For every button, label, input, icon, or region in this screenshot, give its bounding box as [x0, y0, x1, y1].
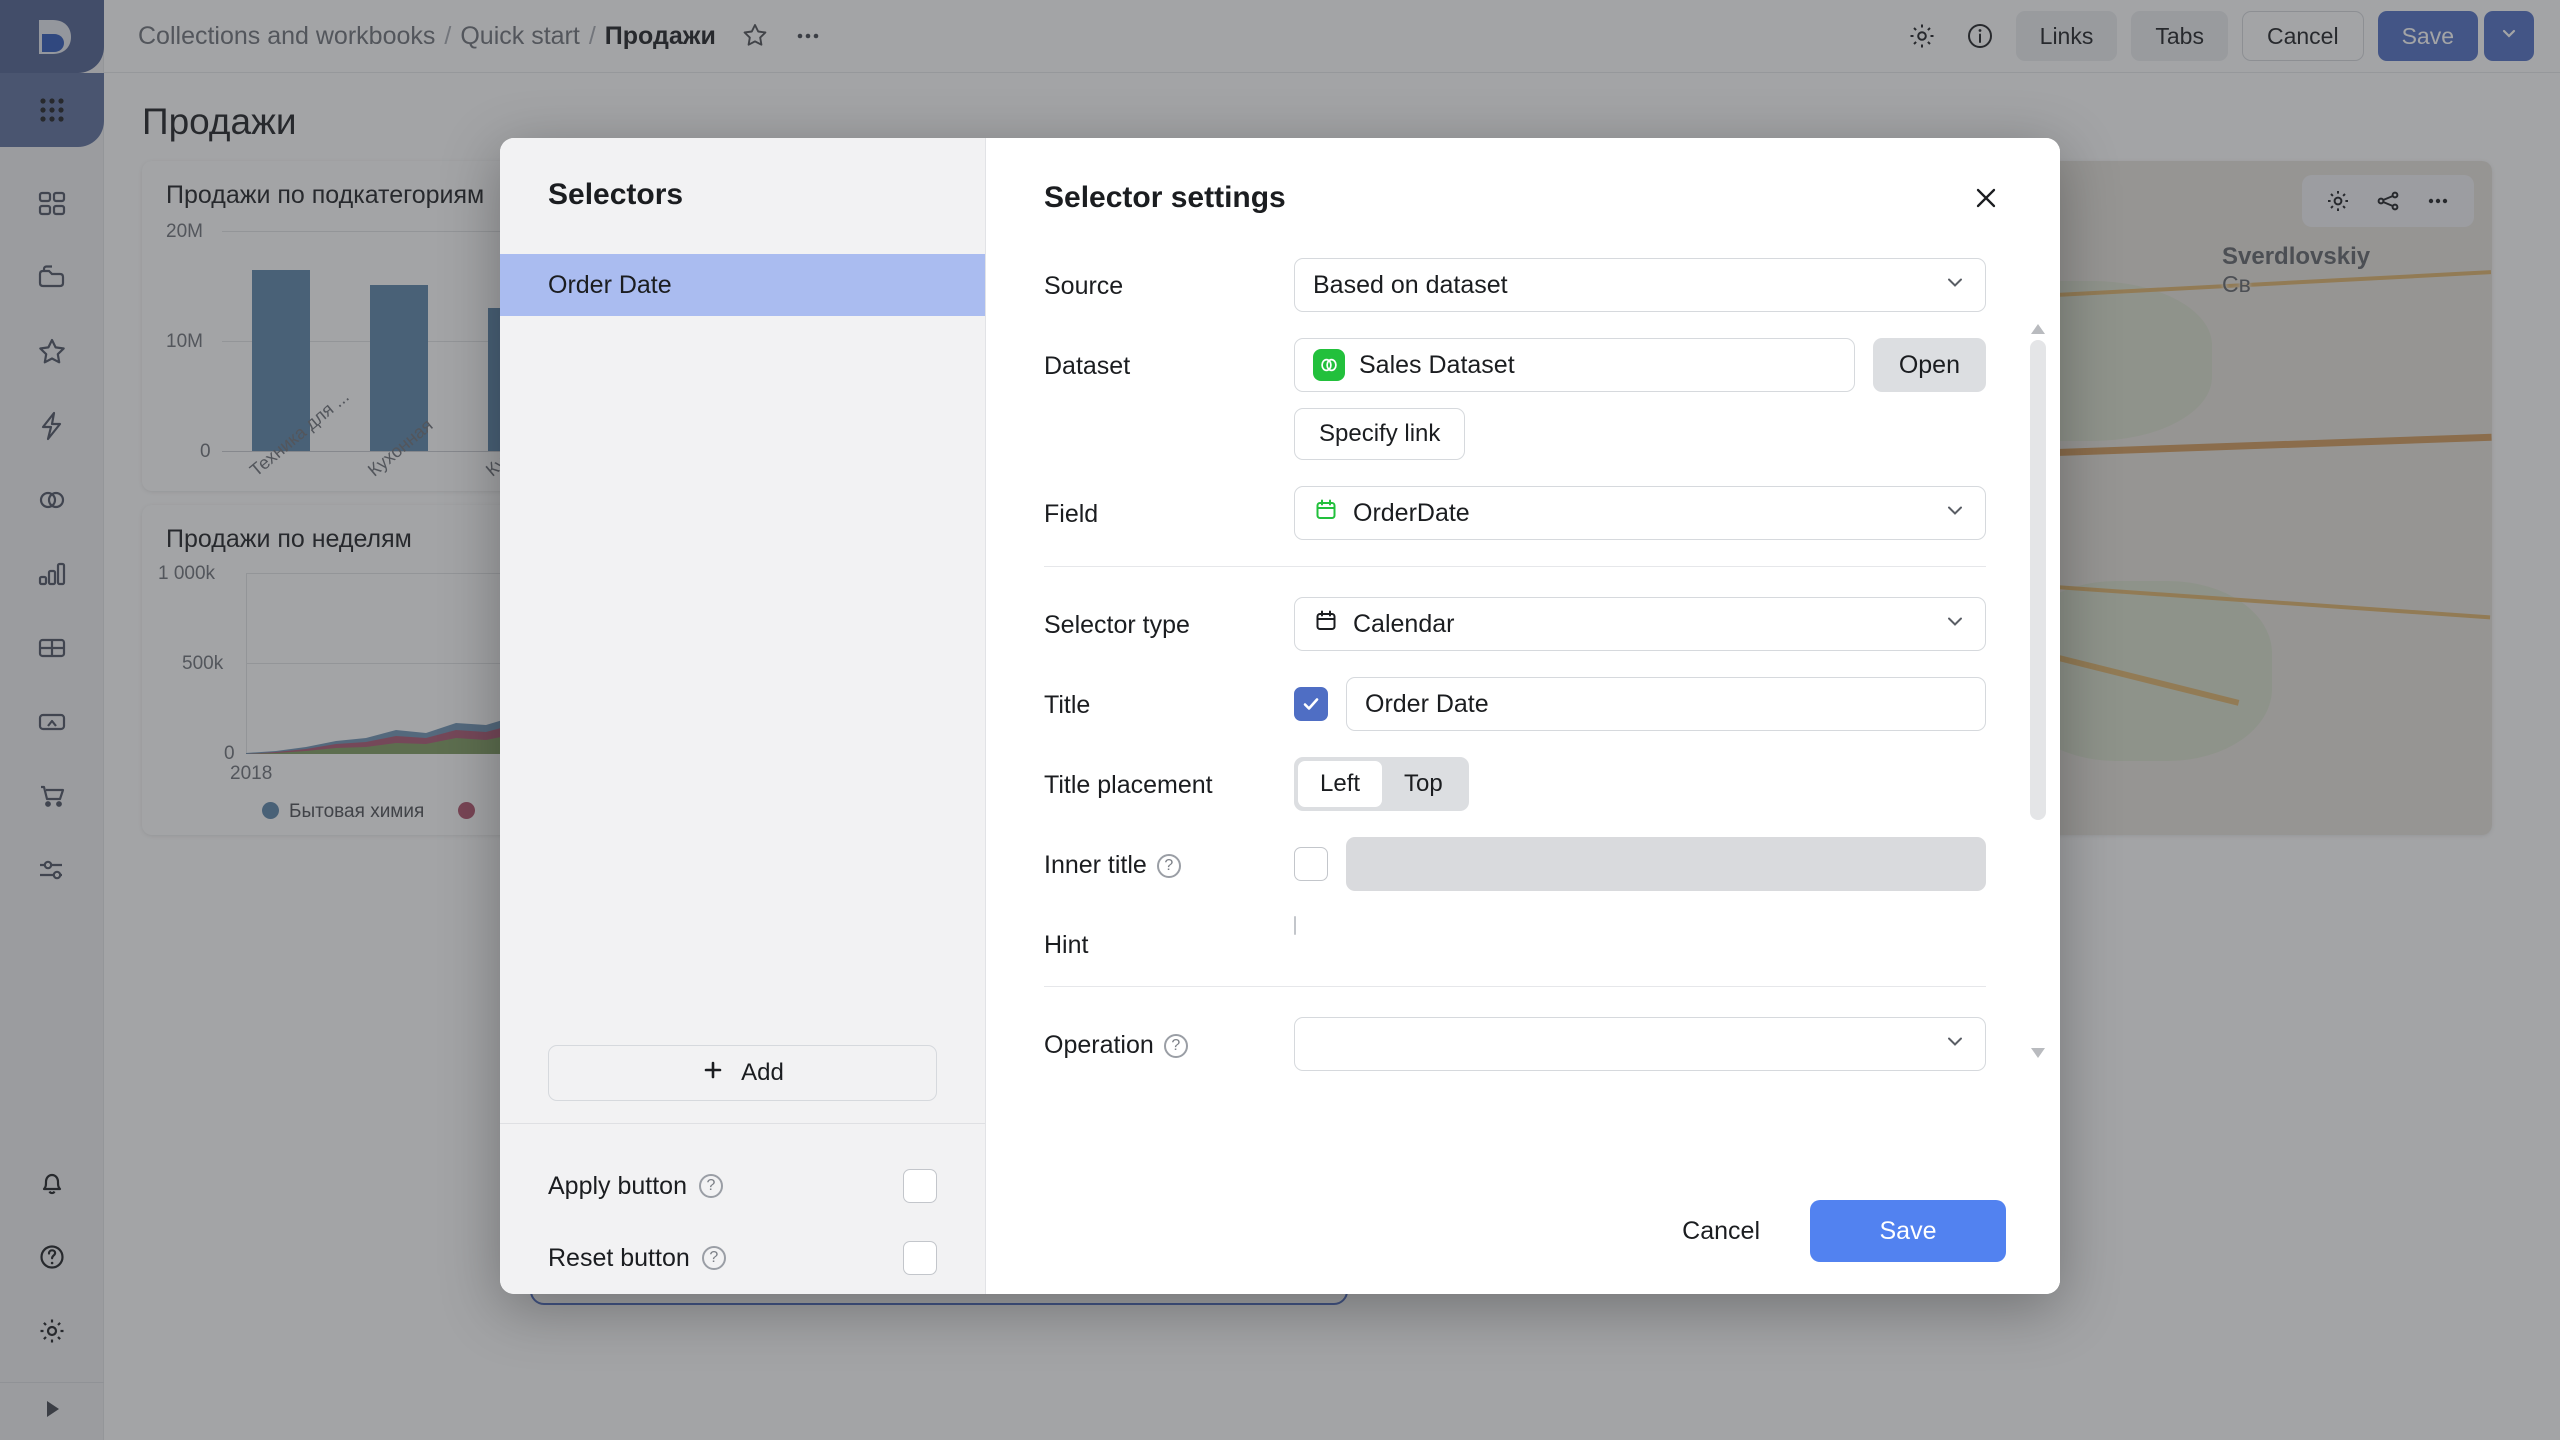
- dialog-footer: Cancel Save: [986, 1168, 2060, 1294]
- title-input[interactable]: Order Date: [1346, 677, 1986, 731]
- help-circle-icon[interactable]: ?: [701, 1246, 726, 1270]
- field-select[interactable]: OrderDate: [1294, 486, 1986, 540]
- selector-type-select[interactable]: Calendar: [1294, 597, 1986, 651]
- title-value: Order Date: [1365, 689, 1489, 718]
- dialog-save-button[interactable]: Save: [1810, 1200, 2006, 1262]
- title-label: Title: [1044, 691, 1091, 719]
- settings-scrollbar[interactable]: [2030, 322, 2046, 1060]
- scroll-up-icon[interactable]: [2030, 322, 2046, 336]
- selector-list-item-order-date[interactable]: Order Date: [500, 254, 985, 316]
- inner-title-row: Inner title ?: [1044, 837, 1986, 891]
- hint-row: Hint: [1044, 916, 1986, 960]
- title-placement-label: Title placement: [1044, 771, 1213, 799]
- selector-type-row: Selector type Calendar: [1044, 597, 1986, 651]
- close-icon[interactable]: [1966, 178, 2006, 218]
- scrollbar-track[interactable]: [2030, 340, 2046, 1042]
- selector-settings-panel: Selector settings Source Based on datase…: [986, 138, 2060, 1294]
- chevron-down-icon: [1943, 1029, 1967, 1060]
- source-row: Source Based on dataset: [1044, 258, 1986, 312]
- reset-button-row: Reset button ?: [548, 1222, 937, 1294]
- source-value: Based on dataset: [1313, 270, 1508, 299]
- dataset-green-icon: [1313, 349, 1345, 381]
- selector-type-label: Selector type: [1044, 611, 1190, 639]
- divider-1: [1044, 566, 1986, 567]
- inner-title-checkbox[interactable]: [1294, 847, 1328, 881]
- field-label: Field: [1044, 500, 1099, 528]
- selectors-panel-title: Selectors: [548, 178, 684, 211]
- inner-title-input: [1346, 837, 1986, 891]
- chevron-down-icon: [1943, 609, 1967, 640]
- apply-button-checkbox[interactable]: [903, 1169, 937, 1203]
- title-row: Title Order Date: [1044, 677, 1986, 731]
- dataset-label: Dataset: [1044, 352, 1131, 380]
- selectors-panel: Selectors Order Date Add Apply button ?: [500, 138, 986, 1294]
- reset-button-checkbox[interactable]: [903, 1241, 937, 1275]
- hint-checkbox[interactable]: [1294, 916, 1296, 935]
- divider-2: [1044, 986, 1986, 987]
- operation-row: Operation ?: [1044, 1017, 1986, 1071]
- title-placement-top-option[interactable]: Top: [1382, 761, 1465, 807]
- title-placement-segmented[interactable]: Left Top: [1294, 757, 1469, 811]
- apply-button-row: Apply button ?: [548, 1150, 937, 1222]
- dialog-title: Selector settings: [1044, 181, 1286, 214]
- title-placement-row: Title placement Left Top: [1044, 757, 1986, 811]
- title-checkbox[interactable]: [1294, 687, 1328, 721]
- source-label: Source: [1044, 272, 1124, 300]
- hint-label: Hint: [1044, 931, 1089, 959]
- apply-button-label: Apply button: [548, 1171, 687, 1200]
- inner-title-label: Inner title ?: [1044, 837, 1294, 880]
- help-circle-icon[interactable]: ?: [1163, 1033, 1188, 1058]
- dialog-cancel-button[interactable]: Cancel: [1670, 1217, 1772, 1246]
- add-selector-button[interactable]: Add: [548, 1045, 937, 1101]
- calendar-icon: [1313, 608, 1339, 641]
- field-row: Field OrderDate: [1044, 486, 1986, 540]
- dataset-value: Sales Dataset: [1359, 350, 1515, 379]
- chevron-down-icon: [1943, 270, 1967, 301]
- operation-label: Operation ?: [1044, 1017, 1294, 1060]
- dataset-row: Dataset Sales Dataset Open Specify link: [1044, 338, 1986, 460]
- add-selector-label: Add: [741, 1059, 784, 1086]
- selectors-list: Order Date: [500, 254, 985, 316]
- calendar-green-icon: [1313, 497, 1339, 530]
- chevron-down-icon: [1943, 498, 1967, 529]
- scroll-down-icon[interactable]: [2030, 1046, 2046, 1060]
- title-placement-left-option[interactable]: Left: [1298, 761, 1383, 807]
- source-select[interactable]: Based on dataset: [1294, 258, 1986, 312]
- plus-icon: [701, 1058, 725, 1089]
- settings-form: Source Based on dataset Dataset Sales Da…: [986, 218, 2060, 1168]
- help-circle-icon[interactable]: ?: [699, 1174, 723, 1198]
- operation-select[interactable]: [1294, 1017, 1986, 1071]
- selectors-panel-footer: Apply button ? Reset button ?: [500, 1123, 985, 1294]
- dataset-open-button[interactable]: Open: [1872, 338, 1986, 392]
- selector-settings-dialog: Selectors Order Date Add Apply button ?: [500, 138, 2060, 1294]
- field-value: OrderDate: [1353, 498, 1470, 527]
- reset-button-label: Reset button: [548, 1243, 690, 1272]
- specify-link-button[interactable]: Specify link: [1294, 408, 1466, 460]
- dataset-field[interactable]: Sales Dataset: [1294, 338, 1855, 392]
- selector-type-value: Calendar: [1353, 609, 1455, 638]
- help-circle-icon[interactable]: ?: [1156, 853, 1181, 878]
- scrollbar-thumb[interactable]: [2030, 340, 2046, 820]
